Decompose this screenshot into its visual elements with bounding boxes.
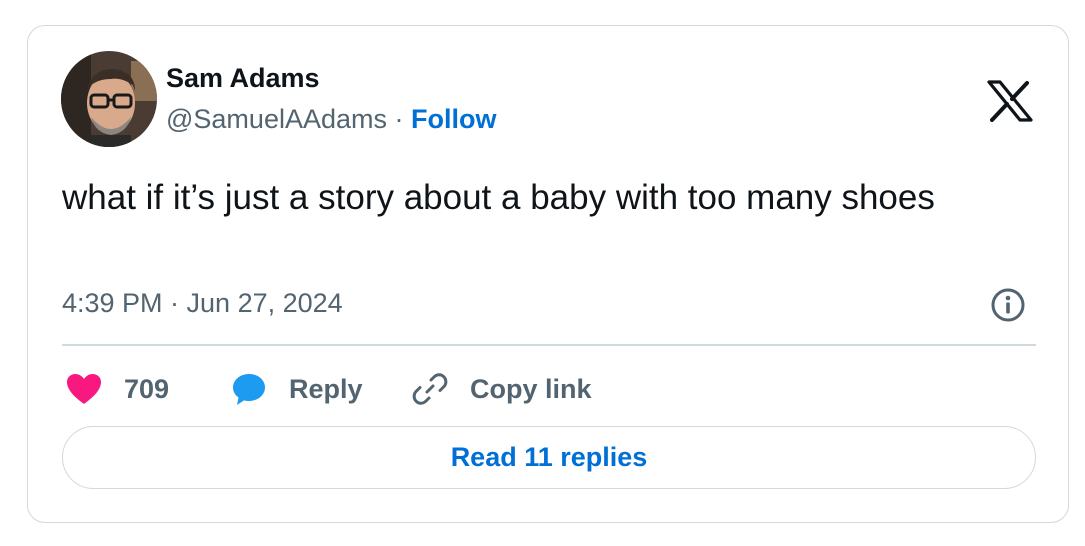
divider xyxy=(62,344,1036,346)
author-handle-row: @SamuelAAdams · Follow xyxy=(166,104,497,135)
separator-dot: · xyxy=(394,104,404,134)
like-count: 709 xyxy=(124,373,170,404)
reply-button[interactable]: Reply xyxy=(231,371,363,407)
avatar-photo xyxy=(61,51,157,147)
link-icon xyxy=(412,373,448,405)
reply-label: Reply xyxy=(289,373,363,404)
follow-link[interactable]: Follow xyxy=(411,104,496,134)
copy-link-button[interactable]: Copy link xyxy=(412,371,592,407)
heart-icon xyxy=(67,374,101,404)
read-replies-button[interactable]: Read 11 replies xyxy=(62,426,1036,489)
author-name[interactable]: Sam Adams xyxy=(166,63,320,94)
tweet-embed-card: Sam Adams @SamuelAAdams · Follow what if… xyxy=(27,25,1069,523)
tweet-timestamp[interactable]: 4:39 PM · Jun 27, 2024 xyxy=(62,288,343,319)
tweet-text: what if it’s just a story about a baby w… xyxy=(62,178,935,217)
like-button[interactable]: 709 xyxy=(66,371,169,407)
avatar[interactable] xyxy=(61,51,157,147)
copy-link-label: Copy link xyxy=(470,373,592,404)
info-icon[interactable] xyxy=(990,287,1026,323)
x-logo-icon[interactable] xyxy=(987,80,1033,122)
speech-bubble-icon xyxy=(233,374,265,405)
author-handle[interactable]: @SamuelAAdams xyxy=(166,104,387,134)
